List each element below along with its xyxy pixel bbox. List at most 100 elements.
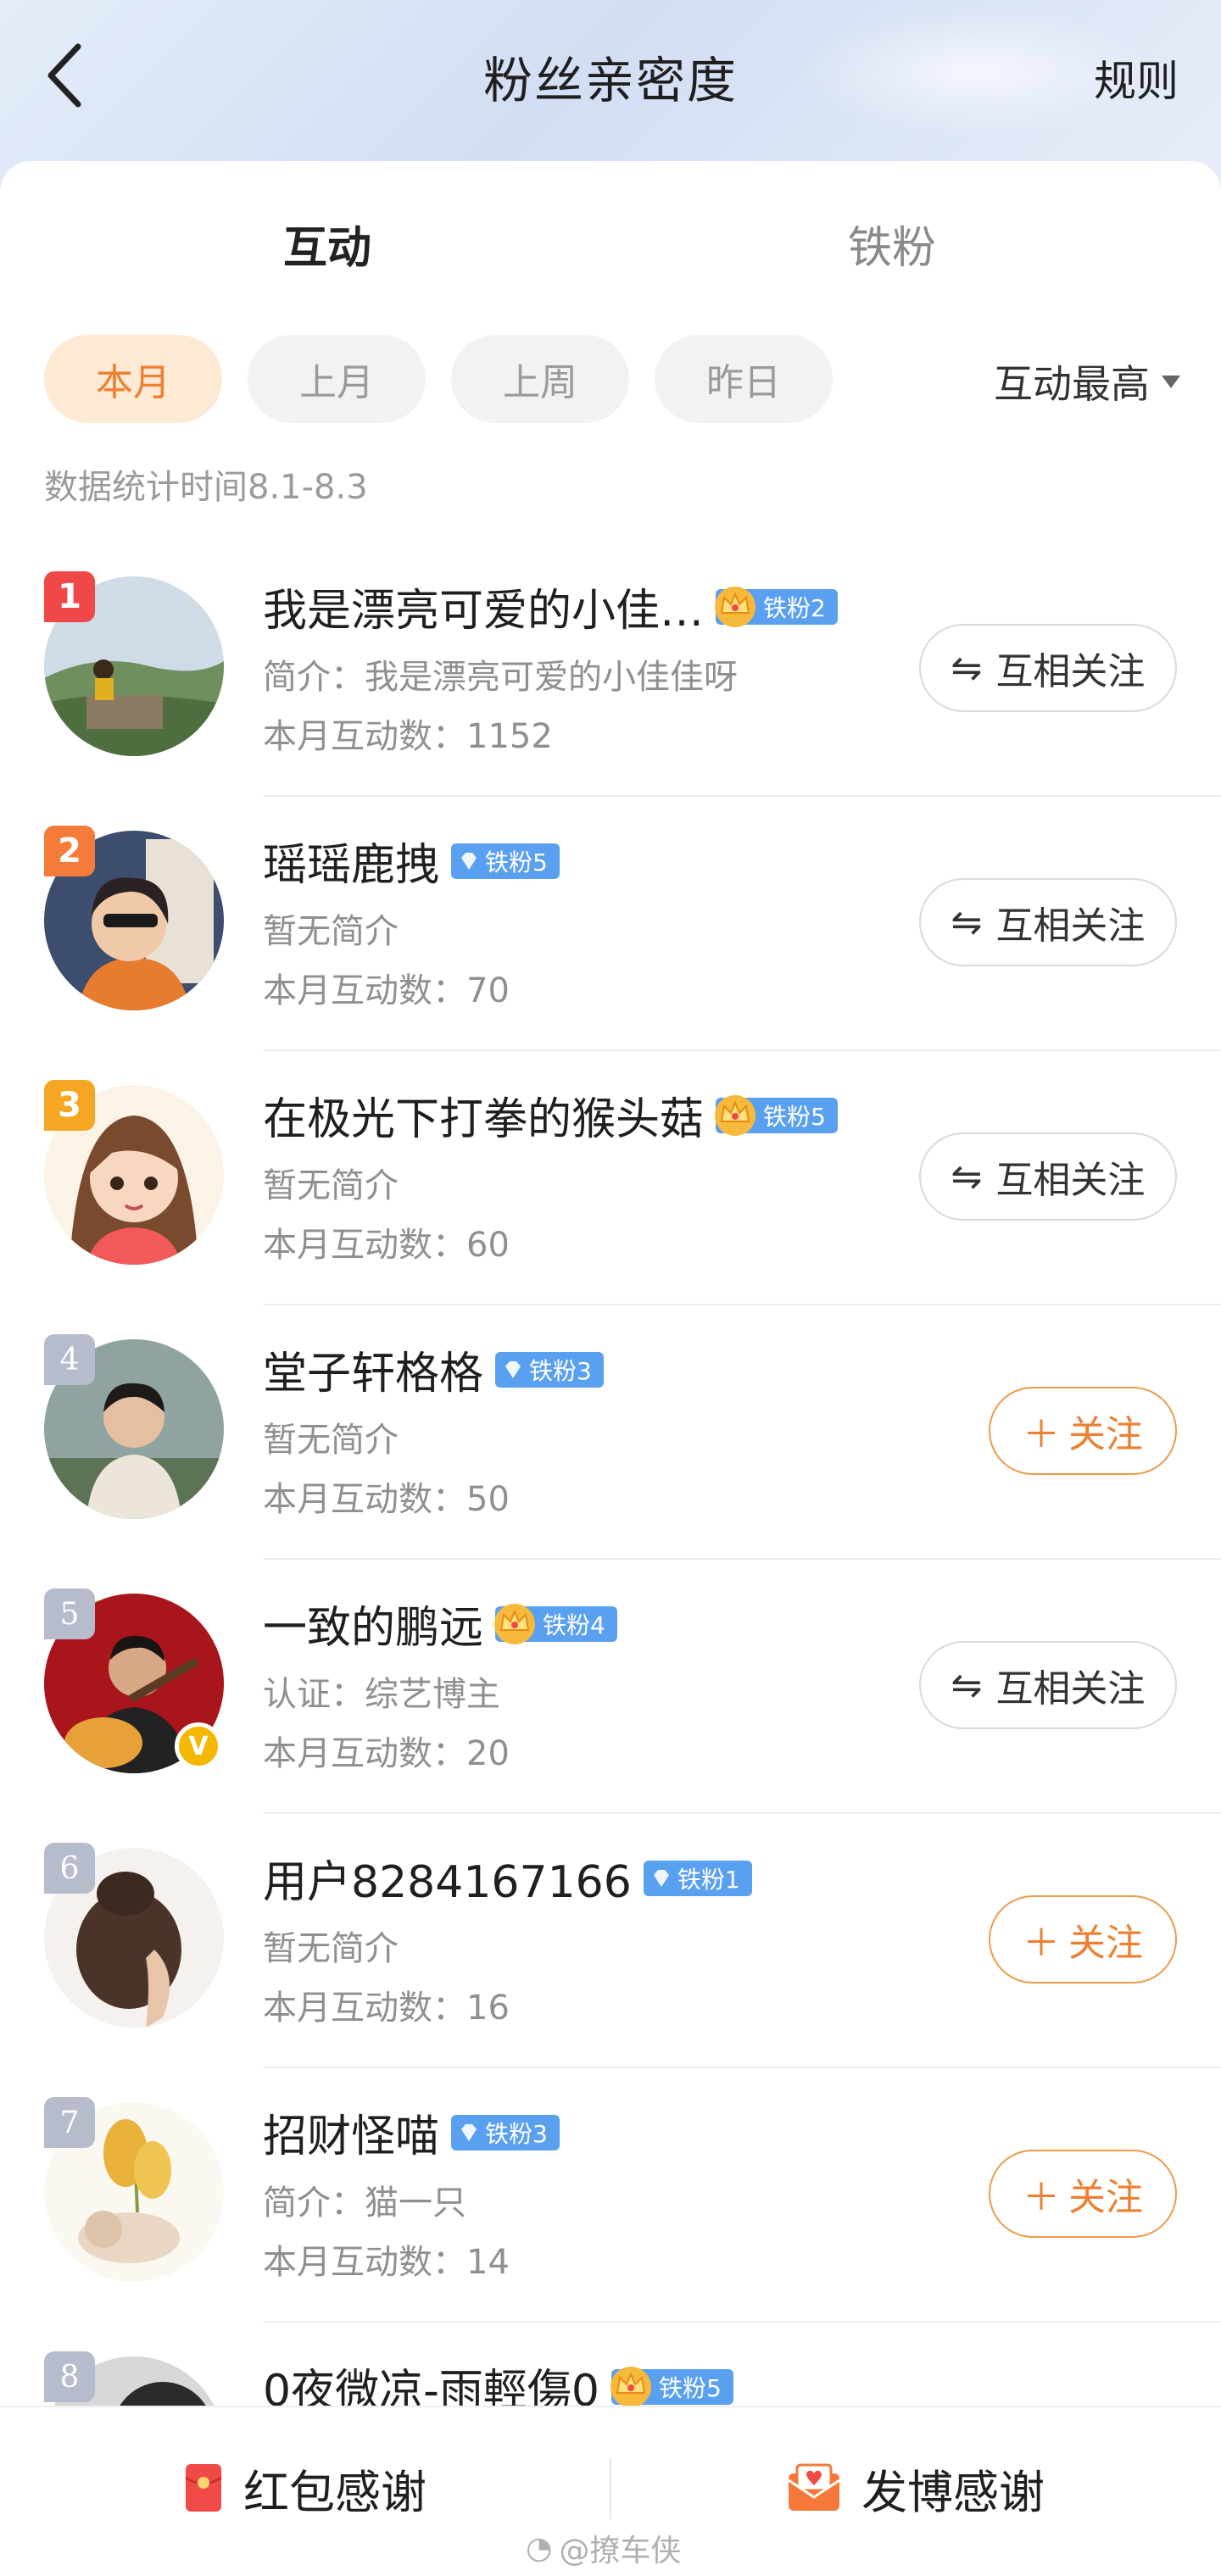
mutual-follow-button[interactable]: ⇋ 互相关注 [919, 1132, 1177, 1221]
list-item[interactable]: 6 用户8284167166 铁粉1 暂无简介 本月互动数：16 ＋ 关注 [0, 1814, 1221, 2068]
rank-badge: 3 [44, 1080, 95, 1131]
top-bar: 粉丝亲密度 规则 [0, 0, 1221, 153]
interaction-count: 本月互动数：14 [263, 2243, 510, 2282]
interaction-count: 本月互动数：16 [263, 1989, 510, 2028]
tab-bar: 互动 铁粉 [0, 212, 1221, 346]
list-item[interactable]: V 5 一致的鹏远 铁粉4 认证：综艺博主 本月互动数：20 ⇋ 互相关注 [0, 1560, 1221, 1814]
iron-fan-badge: 铁粉3 [495, 1351, 604, 1388]
fan-name[interactable]: 用户8284167166 [263, 1846, 632, 1910]
mutual-follow-button[interactable]: ⇋ 互相关注 [919, 1641, 1177, 1729]
fan-name[interactable]: 在极光下打拳的猴头菇 [263, 1083, 704, 1147]
name-line: 瑶瑶鹿拽 铁粉5 [263, 829, 560, 893]
rank-badge: 1 [44, 571, 95, 622]
name-line: 我是漂亮可爱的小佳… 铁粉2 [263, 575, 838, 638]
swap-icon: ⇋ [951, 646, 983, 690]
swap-icon: ⇋ [951, 900, 983, 944]
diamond-icon [505, 1360, 521, 1378]
post-thanks-label: 发博感谢 [861, 2465, 1045, 2519]
rank-badge: 8 [44, 2351, 95, 2402]
fan-name[interactable]: 瑶瑶鹿拽 [263, 829, 439, 893]
mutual-follow-button[interactable]: ⇋ 互相关注 [919, 878, 1177, 966]
fan-intro: 简介：我是漂亮可爱的小佳佳呀 [263, 658, 738, 697]
plus-icon: ＋ [1023, 2176, 1060, 2219]
mutual-follow-button[interactable]: ⇋ 互相关注 [919, 624, 1177, 712]
rank-badge: 6 [44, 1843, 95, 1894]
name-line: 一致的鹏远 铁粉4 [263, 1592, 617, 1655]
badge-label: 铁粉1 [677, 1865, 740, 1894]
name-line: 在极光下打拳的猴头菇 铁粉5 [263, 1083, 838, 1147]
diamond-icon [653, 1869, 669, 1887]
list-item[interactable]: 3 在极光下打拳的猴头菇 铁粉5 暂无简介 本月互动数：60 ⇋ 互相关注 [0, 1051, 1221, 1305]
filter-last-week[interactable]: 上周 [451, 335, 629, 423]
list-item[interactable]: 7 招财怪喵 铁粉3 简介：猫一只 本月互动数：14 ＋ 关注 [0, 2068, 1221, 2323]
rank-badge: 5 [44, 1588, 95, 1639]
button-label: 互相关注 [995, 1159, 1146, 1202]
button-label: 关注 [1068, 2176, 1143, 2219]
back-arrow-icon [47, 43, 81, 108]
sort-dropdown[interactable]: 互动最高 [994, 353, 1180, 409]
fan-intro: 暂无简介 [263, 1421, 399, 1460]
plus-icon: ＋ [1023, 1413, 1060, 1456]
diamond-icon [461, 2123, 477, 2141]
period-filters: 本月 上月 上周 昨日 互动最高 [44, 335, 1180, 423]
diamond-icon [461, 852, 477, 870]
fan-intro: 暂无简介 [263, 912, 399, 951]
fan-intro: 暂无简介 [263, 1929, 399, 1968]
badge-label: 铁粉3 [485, 2119, 548, 2148]
follow-button[interactable]: ＋ 关注 [989, 1387, 1177, 1475]
watermark: ◔ @撩车侠 [526, 2526, 681, 2570]
iron-fan-badge: 铁粉5 [451, 843, 560, 879]
filter-yesterday[interactable]: 昨日 [655, 335, 833, 423]
button-label: 关注 [1068, 1413, 1143, 1456]
fan-intro: 暂无简介 [263, 1166, 399, 1205]
name-line: 用户8284167166 铁粉1 [263, 1846, 752, 1910]
crown-icon [715, 586, 756, 627]
tab-interaction[interactable]: 互动 [200, 212, 454, 275]
main-card: 互动 铁粉 本月 上月 上周 昨日 互动最高 数据统计时间8.1-8.3 1 我… [0, 161, 1221, 2576]
iron-fan-badge: 铁粉5 [610, 2366, 733, 2407]
post-thanks-button[interactable]: 发博感谢 [610, 2407, 1221, 2568]
button-label: 互相关注 [995, 904, 1146, 948]
filter-this-month[interactable]: 本月 [44, 335, 222, 423]
rank-badge: 4 [44, 1334, 95, 1385]
interaction-count: 本月互动数：1152 [263, 717, 553, 756]
badge-label: 铁粉5 [763, 1102, 826, 1131]
follow-button[interactable]: ＋ 关注 [989, 2150, 1177, 2238]
sort-label: 互动最高 [994, 361, 1150, 407]
fan-name[interactable]: 一致的鹏远 [263, 1592, 483, 1655]
iron-fan-badge: 铁粉5 [715, 1094, 838, 1136]
back-button[interactable] [34, 37, 95, 114]
badge-label: 铁粉5 [485, 848, 548, 876]
crown-icon [715, 1094, 756, 1136]
verified-icon: V [175, 1722, 222, 1770]
weibo-logo-icon: ◔ [526, 2530, 553, 2566]
plus-icon: ＋ [1023, 1922, 1060, 1965]
rank-badge: 2 [44, 826, 95, 876]
red-packet-label: 红包感谢 [243, 2465, 427, 2519]
interaction-count: 本月互动数：20 [263, 1734, 510, 1773]
fan-name[interactable]: 我是漂亮可爱的小佳… [263, 575, 704, 638]
list-item[interactable]: 4 堂子轩格格 铁粉3 暂无简介 本月互动数：50 ＋ 关注 [0, 1305, 1221, 1560]
follow-button[interactable]: ＋ 关注 [989, 1895, 1177, 1983]
badge-label: 铁粉2 [763, 593, 826, 622]
page-title: 粉丝亲密度 [482, 52, 738, 109]
fan-name[interactable]: 堂子轩格格 [263, 1338, 483, 1401]
rank-badge: 7 [44, 2097, 95, 2148]
swap-icon: ⇋ [951, 1154, 983, 1199]
rules-link[interactable]: 规则 [1094, 47, 1179, 108]
badge-label: 铁粉4 [543, 1611, 605, 1639]
list-item[interactable]: 2 瑶瑶鹿拽 铁粉5 暂无简介 本月互动数：70 ⇋ 互相关注 [0, 797, 1221, 1051]
list-item[interactable]: 1 我是漂亮可爱的小佳… 铁粉2 简介：我是漂亮可爱的小佳佳呀 本月互动数：11… [0, 542, 1221, 797]
fan-name[interactable]: 招财怪喵 [263, 2100, 439, 2164]
interaction-count: 本月互动数：50 [263, 1480, 510, 1519]
button-label: 互相关注 [995, 650, 1146, 693]
red-packet-thanks-button[interactable]: 红包感谢 [0, 2407, 610, 2568]
name-line: 招财怪喵 铁粉3 [263, 2100, 560, 2164]
envelope-heart-icon [788, 2463, 840, 2511]
watermark-text: @撩车侠 [559, 2534, 682, 2568]
tab-iron-fans[interactable]: 铁粉 [765, 212, 1019, 275]
button-label: 关注 [1068, 1922, 1143, 1965]
iron-fan-badge: 铁粉1 [643, 1860, 752, 1896]
filter-last-month[interactable]: 上月 [248, 335, 426, 423]
swap-icon: ⇋ [951, 1663, 983, 1707]
